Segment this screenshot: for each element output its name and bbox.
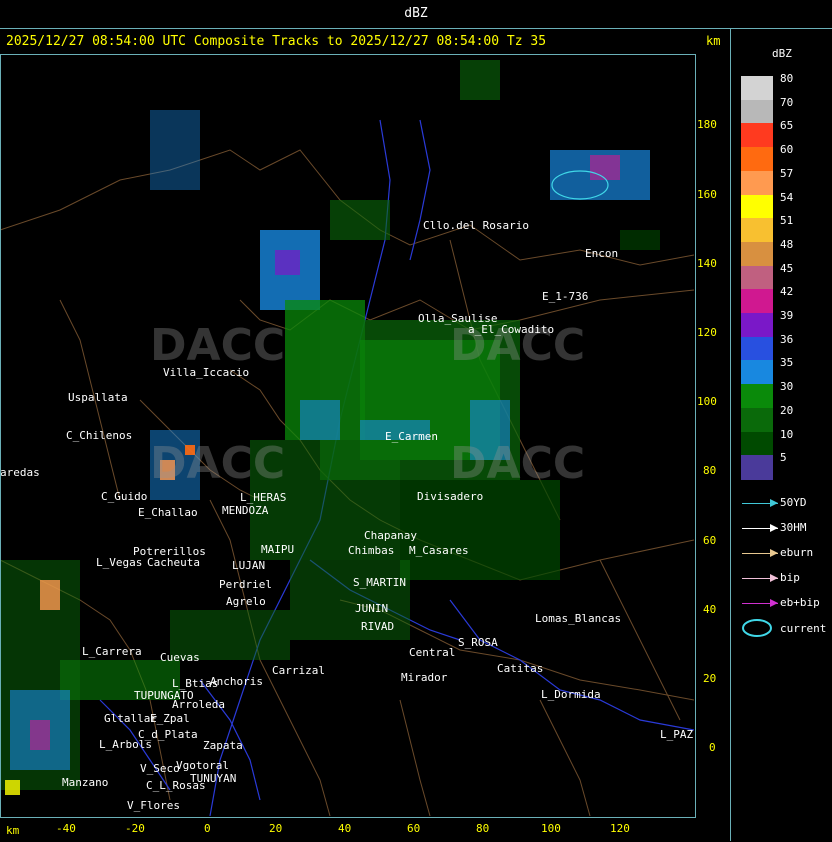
y-tick-label: 160 xyxy=(697,188,717,201)
legend-swatch xyxy=(741,194,773,220)
y-tick-label: 180 xyxy=(697,118,717,131)
y-tick-label: 0 xyxy=(709,741,716,754)
legend-value: 5 xyxy=(780,451,787,465)
legend-swatch xyxy=(741,170,773,196)
legend-value: 65 xyxy=(780,119,794,133)
legend-value: 42 xyxy=(780,285,794,299)
legend-value: 48 xyxy=(780,237,794,251)
legend-value: 39 xyxy=(780,309,794,322)
y-tick-label: 140 xyxy=(697,257,717,270)
legend-swatch xyxy=(741,407,773,433)
legend-swatch xyxy=(741,147,773,173)
arrow-icon xyxy=(770,524,778,532)
legend-swatch xyxy=(741,313,773,338)
window-title: dBZ xyxy=(0,0,832,29)
track-label: 30HM xyxy=(780,521,807,534)
track-label: eburn xyxy=(780,546,814,559)
legend-value: 70 xyxy=(780,95,794,109)
legend-swatch xyxy=(741,99,773,125)
x-tick-label: 80 xyxy=(476,822,490,835)
legend-value: 36 xyxy=(780,332,794,346)
legend-swatch xyxy=(741,336,773,362)
y-tick-label: 20 xyxy=(703,672,717,685)
legend-swatch xyxy=(741,431,773,457)
y-tick-label: 60 xyxy=(703,534,717,547)
legend-value: 80 xyxy=(780,72,794,85)
arrow-icon xyxy=(770,599,778,607)
legend-value: 54 xyxy=(780,190,794,204)
y-tick-label: 40 xyxy=(703,603,717,616)
track-label: 50YD xyxy=(780,496,807,509)
legend-swatch xyxy=(741,76,773,101)
map-frame xyxy=(0,54,696,818)
arrow-icon xyxy=(770,549,778,557)
legend-value: 20 xyxy=(780,403,794,417)
legend-value: 60 xyxy=(780,143,794,157)
x-tick-label: 20 xyxy=(269,822,283,835)
track-label: eb+bip xyxy=(780,596,820,609)
x-tick-label: -40 xyxy=(56,822,76,835)
legend-value: 10 xyxy=(780,427,794,441)
km-unit-label: km xyxy=(706,34,721,48)
x-tick-label: 120 xyxy=(610,822,630,835)
y-tick-label: 100 xyxy=(697,395,717,408)
legend-swatch xyxy=(741,265,773,291)
arrow-icon xyxy=(770,574,778,582)
legend-value: 35 xyxy=(780,356,794,370)
legend-swatch xyxy=(741,455,773,481)
legend-swatch xyxy=(741,241,773,267)
x-tick-label: -20 xyxy=(125,822,145,835)
track-label: bip xyxy=(780,571,800,584)
x-tick-label: 0 xyxy=(204,822,211,835)
legend-swatch xyxy=(741,360,773,386)
composite-header: 2025/12/27 08:54:00 UTC Composite Tracks… xyxy=(6,34,547,49)
legend-swatch xyxy=(741,218,773,244)
legend-swatch xyxy=(741,123,773,149)
legend-swatch xyxy=(741,289,773,315)
x-tick-label: 60 xyxy=(407,822,421,835)
legend-value: 45 xyxy=(780,261,794,275)
x-tick-label: 40 xyxy=(338,822,352,835)
legend-current-label: current xyxy=(780,622,827,635)
x-tick-label: 100 xyxy=(541,822,561,835)
legend-swatch xyxy=(741,384,773,410)
arrow-icon xyxy=(770,499,778,507)
y-tick-label: 120 xyxy=(697,326,717,339)
legend-value: 51 xyxy=(780,214,794,228)
legend-value: 57 xyxy=(780,166,794,180)
legend-title: dBZ xyxy=(772,47,792,60)
legend-value: 30 xyxy=(780,380,794,394)
current-ellipse-icon xyxy=(742,619,772,637)
y-tick-label: 80 xyxy=(703,464,717,477)
km-unit-label: km xyxy=(6,824,20,837)
